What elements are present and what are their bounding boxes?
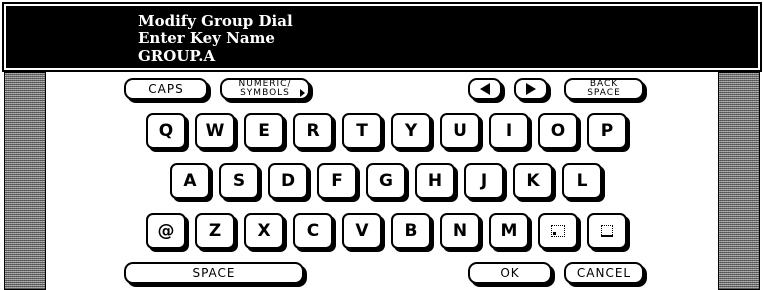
space-button[interactable]: SPACE [124,262,304,284]
key-e[interactable]: E [244,113,284,149]
space-label: SPACE [192,266,236,280]
key-label: Y [404,121,418,141]
key-p[interactable]: P [587,113,627,149]
key-label: K [526,171,540,191]
caps-button[interactable]: CAPS [124,78,208,100]
key-j[interactable]: J [464,163,504,199]
ok-label: OK [500,266,520,280]
key-label: D [280,171,296,191]
key-label: R [306,121,320,141]
cancel-button[interactable]: CANCEL [564,262,644,284]
key-label: F [331,171,343,191]
key-label: G [379,171,393,191]
key-label: U [453,121,467,141]
key-d[interactable]: D [268,163,308,199]
left-side-panel [4,72,46,290]
key-u[interactable]: U [440,113,480,149]
cancel-label: CANCEL [576,266,632,280]
key-i[interactable]: I [489,113,529,149]
key-t[interactable]: T [342,113,382,149]
caps-label: CAPS [148,82,184,96]
ok-button[interactable]: OK [468,262,552,284]
key-label: W [205,121,225,141]
cursor-left-button[interactable] [468,78,502,100]
back-space-button[interactable]: BACK SPACE [564,78,644,100]
key-label: S [232,171,246,191]
underscore-icon [601,225,613,237]
entered-key-name: GROUP.A [138,47,216,65]
numeric-label-line2: SYMBOLS [240,88,290,98]
numeric-symbols-label: NUMERIC/ SYMBOLS [239,80,292,98]
key-label: Q [158,121,174,141]
key-label: L [576,171,588,191]
key-label: A [183,171,197,191]
key-z[interactable]: Z [195,213,235,249]
key-s[interactable]: S [219,163,259,199]
key-w[interactable]: W [195,113,235,149]
key-label: O [550,121,566,141]
back-space-label: BACK SPACE [587,80,621,98]
key-r[interactable]: R [293,113,333,149]
key-label: C [306,221,320,241]
key-underscore[interactable] [587,213,627,249]
cursor-right-button[interactable] [514,78,548,100]
key-label: J [480,171,488,191]
right-triangle-icon [526,83,536,95]
key-label: T [356,121,368,141]
key-n[interactable]: N [440,213,480,249]
key-c[interactable]: C [293,213,333,249]
key-at[interactable]: @ [146,213,186,249]
key-label: Z [208,221,222,241]
key-y[interactable]: Y [391,113,431,149]
key-label: B [404,221,418,241]
key-label: V [355,221,369,241]
key-b[interactable]: B [391,213,431,249]
header-line-2: Enter Key Name [138,29,275,47]
key-label: P [600,121,614,141]
submenu-arrow-icon [300,89,305,97]
header-line-1: Modify Group Dial [138,12,293,30]
key-m[interactable]: M [489,213,529,249]
key-label: @ [157,221,175,241]
key-k[interactable]: K [513,163,553,199]
key-label: M [500,221,518,241]
key-v[interactable]: V [342,213,382,249]
left-triangle-icon [480,83,490,95]
dot-space-icon [551,225,565,237]
right-side-panel [718,72,760,290]
fax-touch-panel: Modify Group Dial Enter Key Name GROUP.A… [0,0,764,290]
key-l[interactable]: L [562,163,602,199]
key-q[interactable]: Q [146,113,186,149]
key-h[interactable]: H [415,163,455,199]
key-o[interactable]: O [538,113,578,149]
back-label-line2: SPACE [587,88,621,98]
key-dot-space[interactable] [538,213,578,249]
key-label: E [258,121,270,141]
key-label: H [427,171,443,191]
numeric-symbols-button[interactable]: NUMERIC/ SYMBOLS [220,78,310,100]
keyboard: CAPS NUMERIC/ SYMBOLS BACK SPACE Q W E R… [46,72,718,290]
key-g[interactable]: G [366,163,406,199]
display-header: Modify Group Dial Enter Key Name GROUP.A [2,2,762,72]
key-label: I [505,121,513,141]
key-label: X [257,221,271,241]
key-a[interactable]: A [170,163,210,199]
key-f[interactable]: F [317,163,357,199]
key-label: N [452,221,468,241]
key-x[interactable]: X [244,213,284,249]
